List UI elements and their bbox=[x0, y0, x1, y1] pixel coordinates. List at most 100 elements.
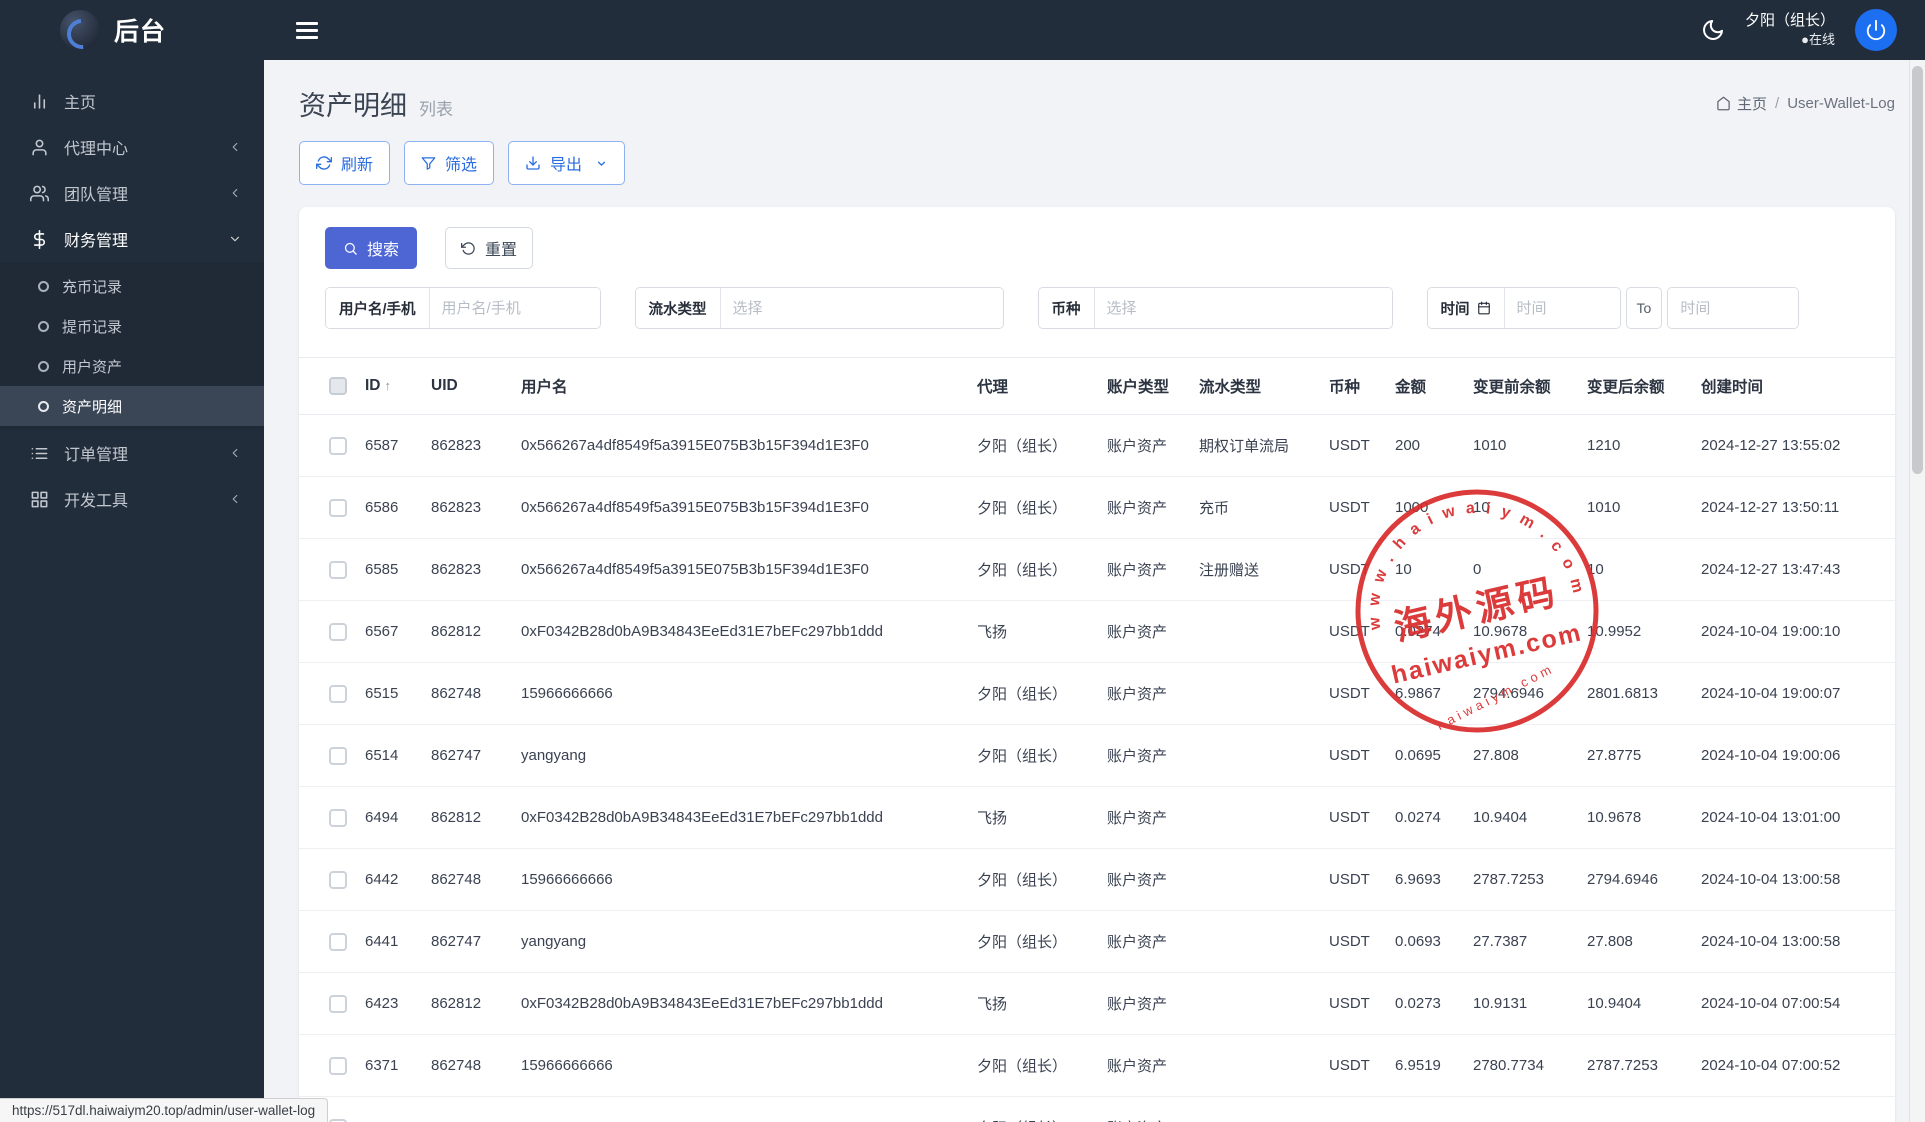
col-header-amount: 金额 bbox=[1387, 357, 1465, 415]
cell-id: 6442 bbox=[357, 848, 423, 911]
cell-amount: 6.9867 bbox=[1387, 662, 1465, 725]
search-button[interactable]: 搜索 bbox=[325, 227, 418, 269]
sidebar-item-team-mgmt[interactable]: 团队管理 bbox=[0, 170, 264, 216]
sidebar-item-withdraw-log[interactable]: 提币记录 bbox=[0, 306, 264, 346]
cell-uid: 862748 bbox=[423, 662, 513, 725]
cell-created: 2024-10-04 19:00:07 bbox=[1693, 662, 1895, 725]
cell-amount: 0.0695 bbox=[1387, 724, 1465, 787]
table-card: 搜索 重置 用户名/手机 流水类型 币种 bbox=[299, 207, 1895, 1122]
row-checkbox[interactable] bbox=[329, 932, 347, 951]
row-checkbox[interactable] bbox=[329, 994, 347, 1013]
table-row: 6586 862823 0x566267a4df8549f5a3915E075B… bbox=[299, 476, 1895, 539]
sidebar-toggle-icon[interactable] bbox=[296, 21, 318, 39]
row-checkbox[interactable] bbox=[329, 436, 347, 455]
table-row: 6514 862747 yangyang 夕阳（组长） 账户资产 USDT 0.… bbox=[299, 724, 1895, 787]
scrollbar-track[interactable] bbox=[1909, 60, 1925, 1122]
sidebar-label: 主页 bbox=[64, 95, 97, 112]
cell-id: 6587 bbox=[357, 414, 423, 477]
cell-id: 6567 bbox=[357, 600, 423, 663]
col-header-flow-type: 流水类型 bbox=[1191, 357, 1321, 415]
cell-before-balance: 10.9404 bbox=[1465, 786, 1579, 849]
cell-amount: 6.9693 bbox=[1387, 848, 1465, 911]
breadcrumb-home-link[interactable]: 主页 bbox=[1716, 93, 1767, 114]
col-header-id[interactable]: ID ↑ bbox=[357, 357, 423, 415]
time-to-label: To bbox=[1625, 287, 1663, 329]
row-checkbox[interactable] bbox=[329, 746, 347, 765]
cell-after-balance: 10.9404 bbox=[1579, 972, 1693, 1035]
dark-mode-icon[interactable] bbox=[1701, 18, 1725, 42]
refresh-button[interactable]: 刷新 bbox=[299, 141, 391, 185]
cell-created: 2024-10-04 13:00:58 bbox=[1693, 848, 1895, 911]
cell-agent: 飞扬 bbox=[969, 600, 1099, 663]
row-checkbox[interactable] bbox=[329, 808, 347, 827]
sidebar-item-dev-tools[interactable]: 开发工具 bbox=[0, 476, 264, 522]
cell-account-type: 账户资产 bbox=[1099, 414, 1191, 477]
sort-asc-icon[interactable]: ↑ bbox=[385, 378, 392, 393]
cell-amount: 0.0274 bbox=[1387, 786, 1465, 849]
cell-agent: 飞扬 bbox=[969, 972, 1099, 1035]
filter-button[interactable]: 筛选 bbox=[404, 141, 495, 185]
sidebar-item-order-mgmt[interactable]: 订单管理 bbox=[0, 430, 264, 476]
export-button[interactable]: 导出 bbox=[508, 141, 626, 185]
row-checkbox[interactable] bbox=[329, 1056, 347, 1075]
cell-created: 2024-10-04 13:00:58 bbox=[1693, 910, 1895, 973]
cell-after-balance: 1210 bbox=[1579, 414, 1693, 477]
cell-created: 2024-10-04 19:00:06 bbox=[1693, 724, 1895, 787]
cell-uid: 862747 bbox=[423, 1096, 513, 1122]
cell-after-balance: 2787.7253 bbox=[1579, 1034, 1693, 1097]
username-filter-label: 用户名/手机 bbox=[326, 288, 430, 328]
row-checkbox[interactable] bbox=[329, 870, 347, 889]
row-checkbox[interactable] bbox=[329, 560, 347, 579]
cell-created: 2024-12-27 13:50:11 bbox=[1693, 476, 1895, 539]
sidebar-label: 财务管理 bbox=[64, 233, 129, 250]
cell-uid: 862823 bbox=[423, 414, 513, 477]
flowtype-select[interactable] bbox=[720, 288, 1003, 328]
cell-after-balance: 2801.6813 bbox=[1579, 662, 1693, 725]
sidebar-item-agent-center[interactable]: 代理中心 bbox=[0, 124, 264, 170]
sidebar-item-home[interactable]: 主页 bbox=[0, 78, 264, 124]
home-icon bbox=[1717, 96, 1730, 111]
cell-after-balance: 2794.6946 bbox=[1579, 848, 1693, 911]
cell-flow-type bbox=[1191, 724, 1321, 787]
app-title: 后台 bbox=[114, 18, 167, 46]
sidebar-item-deposit-log[interactable]: 充币记录 bbox=[0, 266, 264, 306]
cell-account-type: 账户资产 bbox=[1099, 476, 1191, 539]
reset-button[interactable]: 重置 bbox=[445, 227, 534, 269]
cell-before-balance: 27.808 bbox=[1465, 724, 1579, 787]
sidebar-item-user-assets[interactable]: 用户资产 bbox=[0, 346, 264, 386]
cell-flow-type bbox=[1191, 600, 1321, 663]
cell-username: 0xF0342B28d0bA9B34843EeEd31E7bEFc297bb1d… bbox=[513, 600, 969, 663]
cell-created: 2024-12-27 13:47:43 bbox=[1693, 538, 1895, 601]
cell-agent: 夕阳（组长） bbox=[969, 662, 1099, 725]
sidebar-item-finance-mgmt[interactable]: 财务管理 bbox=[0, 216, 264, 262]
chevron-left-icon bbox=[228, 186, 242, 200]
sidebar: 主页 代理中心 团队管理 财务管理 充币记录 提币记录 用户资产 资产明细 订单… bbox=[0, 60, 264, 1122]
logout-power-icon[interactable] bbox=[1855, 9, 1897, 51]
currency-select[interactable] bbox=[1094, 288, 1392, 328]
sidebar-sublabel: 提币记录 bbox=[62, 318, 123, 336]
circle-bullet-icon bbox=[38, 280, 49, 292]
cell-flow-type bbox=[1191, 848, 1321, 911]
currency-filter-label: 币种 bbox=[1038, 288, 1095, 328]
col-header-uid: UID bbox=[423, 357, 513, 415]
username-filter-input[interactable] bbox=[429, 288, 600, 328]
row-checkbox[interactable] bbox=[329, 498, 347, 517]
scrollbar-thumb[interactable] bbox=[1912, 66, 1923, 474]
row-checkbox[interactable] bbox=[329, 622, 347, 641]
search-icon bbox=[344, 242, 357, 255]
cell-currency: USDT bbox=[1321, 848, 1387, 911]
row-checkbox[interactable] bbox=[329, 1118, 347, 1122]
table-row: 6442 862748 15966666666 夕阳（组长） 账户资产 USDT… bbox=[299, 848, 1895, 911]
time-end-input[interactable] bbox=[1668, 288, 1799, 328]
cell-created: 2024-10-04 07:00:52 bbox=[1693, 1096, 1895, 1122]
table-row: 6515 862748 15966666666 夕阳（组长） 账户资产 USDT… bbox=[299, 662, 1895, 725]
time-start-input[interactable] bbox=[1504, 288, 1620, 328]
cell-agent: 夕阳（组长） bbox=[969, 414, 1099, 477]
row-checkbox[interactable] bbox=[329, 684, 347, 703]
chevron-left-icon bbox=[228, 140, 242, 154]
sidebar-item-asset-detail[interactable]: 资产明细 bbox=[0, 386, 264, 426]
select-all-checkbox[interactable] bbox=[329, 376, 347, 395]
cell-before-balance: 2794.6946 bbox=[1465, 662, 1579, 725]
funnel-icon bbox=[421, 156, 436, 170]
cell-currency: USDT bbox=[1321, 600, 1387, 663]
